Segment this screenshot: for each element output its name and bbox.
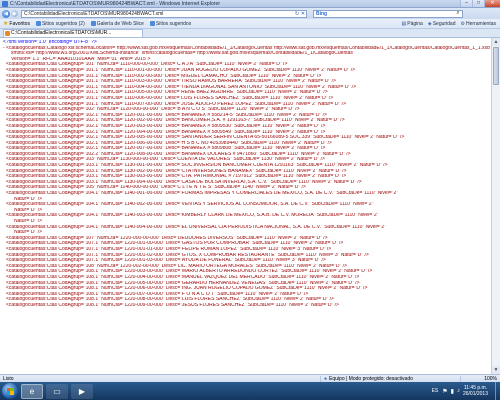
system-tray: ES ⚑ ▮ ♪ 11:45 p.m. 26/01/2013 [432, 385, 491, 397]
maximize-button[interactable]: □ [472, 0, 484, 7]
security-zone[interactable]: ● Equipo | Modo protegido: desactivado [320, 375, 460, 382]
page-menu[interactable]: ▤ Página [402, 21, 423, 27]
search-provider-label: Bing [316, 10, 328, 17]
status-bar: Listo ● Equipo | Modo protegido: desactiv… [0, 374, 500, 382]
computer-icon: ● [324, 375, 328, 382]
web-page-icon [90, 21, 96, 26]
back-button[interactable]: ◀ [2, 9, 10, 18]
stop-icon[interactable]: ✕ [300, 11, 306, 17]
network-icon[interactable]: ▮ [451, 388, 454, 395]
forward-button[interactable]: ▶ [11, 10, 18, 17]
page-icon: ▤ [401, 20, 407, 27]
vertical-scrollbar[interactable]: ▲ ▼ [491, 38, 500, 374]
xml-viewer: <?xml version="1.0" encoding="UTF-8" ?> … [0, 38, 491, 374]
fav-link-suggested-2[interactable]: Sitios sugeridos (2) [35, 21, 85, 27]
address-text[interactable]: C:\ContabilidadElectronica\ETDATOS\MUR98… [24, 11, 294, 17]
favorites-star-icon[interactable]: ★ [3, 20, 8, 27]
address-bar[interactable]: C:\ContabilidadElectronica\ETDATOS\MUR98… [21, 9, 307, 18]
window-title: C:\ContabilidadElectronica\ETDATOS\MUR98… [10, 0, 221, 7]
tools-menu[interactable]: ⚙ Herramientas [461, 21, 497, 27]
gear-icon: ⚙ [460, 20, 465, 27]
web-page-icon [35, 21, 41, 26]
navigation-bar: ◀ ▶ C:\ContabilidadElectronica\ETDATOS\M… [0, 8, 500, 19]
shield-icon: ◈ [427, 20, 432, 27]
clock-date: 26/01/2013 [462, 391, 488, 397]
zoom-level[interactable]: 100% [460, 375, 500, 382]
fav-link-suggested[interactable]: Sitios sugeridos [149, 21, 191, 27]
minimize-button[interactable]: – [460, 0, 472, 7]
web-page-icon [149, 21, 155, 26]
tab-strip: C:\ContabilidadElectronica\ETDATOS\MUR..… [0, 29, 500, 38]
xml-element-list: <catalogocuentas:Ctas CodAgrup="101" Num… [3, 62, 491, 308]
taskbar: e ▭ ▶ ES ⚑ ▮ ♪ 11:45 p.m. 26/01/2013 [0, 382, 500, 400]
clock[interactable]: 11:45 p.m. 26/01/2013 [463, 385, 488, 397]
status-text: Listo [3, 375, 14, 382]
ie-icon [2, 0, 8, 7]
safety-menu[interactable]: ◈ Seguridad [428, 21, 456, 27]
scroll-down-arrow-icon[interactable]: ▼ [492, 366, 500, 374]
fav-link-web-slice-gallery[interactable]: Galería de Web Slice [90, 21, 144, 27]
xml-account-element: <catalogocuentas:Ctas CodAgrup="108.1" N… [6, 302, 339, 308]
title-bar: C:\ContabilidadElectronica\ETDATOS\MUR98… [0, 0, 500, 8]
scroll-up-arrow-icon[interactable]: ▲ [492, 38, 500, 46]
favorites-bar: ★ Favoritos Sitios sugeridos (2) Galería… [0, 19, 500, 29]
tab-xml-file[interactable]: C:\ContabilidadElectronica\ETDATOS\MUR..… [3, 29, 143, 37]
taskbar-ie-icon[interactable]: e [21, 383, 43, 399]
flag-icon[interactable]: ⚑ [442, 388, 447, 395]
search-icon[interactable]: ⌕ [454, 10, 462, 17]
start-button[interactable] [2, 383, 18, 399]
search-box[interactable]: Bing ⌕ [313, 9, 463, 18]
window-controls: – □ ✕ [460, 0, 500, 8]
language-indicator[interactable]: ES [432, 388, 439, 394]
xml-file-icon [5, 31, 10, 36]
favorites-button[interactable]: Favoritos [9, 21, 30, 27]
scroll-thumb[interactable] [493, 47, 499, 85]
windows-logo-icon [6, 387, 14, 395]
taskbar-media-player-icon[interactable]: ▶ [71, 383, 93, 399]
show-desktop-button[interactable] [495, 382, 500, 400]
close-button[interactable]: ✕ [484, 0, 500, 7]
volume-icon[interactable]: ♪ [457, 388, 460, 394]
taskbar-explorer-icon[interactable]: ▭ [46, 383, 68, 399]
